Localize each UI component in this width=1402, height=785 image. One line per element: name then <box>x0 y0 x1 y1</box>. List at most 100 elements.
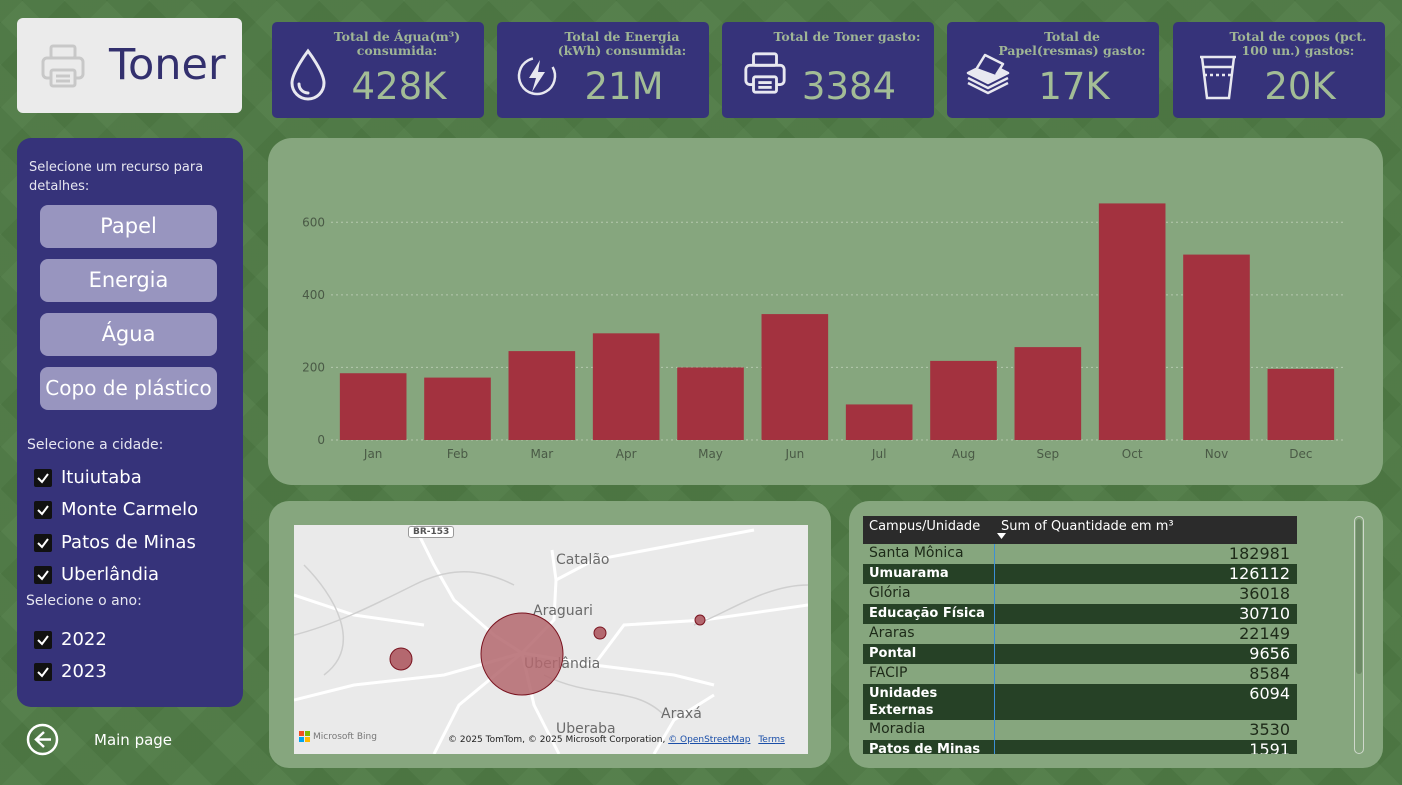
bar-jan[interactable] <box>339 373 407 440</box>
kpi-label: Total de Toner gasto: <box>773 29 921 44</box>
year-checkbox-2022[interactable]: 2022 <box>34 629 107 650</box>
openstreetmap-link[interactable]: © OpenStreetMap <box>668 735 750 745</box>
year-checkbox-2023[interactable]: 2023 <box>34 661 107 682</box>
table-scrollbar[interactable] <box>1354 516 1364 754</box>
y-tick-label: 0 <box>317 433 325 447</box>
bubble-patos-de-minas <box>694 614 706 626</box>
quantity-cell: 3530 <box>1249 720 1290 739</box>
bar-sep[interactable] <box>1014 347 1082 440</box>
page-title: Toner <box>109 40 226 90</box>
table-row[interactable]: Araras 22149 <box>863 624 1297 644</box>
campus-cell: Educação Física <box>869 606 985 621</box>
bar-aug[interactable] <box>930 360 997 440</box>
bar-jul[interactable] <box>845 404 913 440</box>
bing-logo: Microsoft Bing <box>299 731 377 742</box>
bing-logo-text: Microsoft Bing <box>313 731 377 742</box>
papel-button[interactable]: Papel <box>40 205 217 248</box>
x-tick-label: Jul <box>871 447 886 461</box>
kpi-label: Total de copos (pct. 100 un.) gastos: <box>1229 29 1367 58</box>
copo-de-plastico-button[interactable]: Copo de plástico <box>40 367 217 410</box>
bar-oct[interactable] <box>1098 203 1166 440</box>
bubble-map[interactable]: BR-153 Catalão Araguari Uberlândia Ubera… <box>294 525 808 754</box>
city-label: Ituiutaba <box>61 467 142 488</box>
column-header-campus[interactable]: Campus/Unidade <box>863 516 995 544</box>
paper-stack-icon <box>966 53 1010 95</box>
table-row[interactable]: Unidades Externas 6094 <box>863 684 1297 720</box>
city-label: Uberlândia <box>61 564 159 585</box>
energia-button[interactable]: Energia <box>40 259 217 302</box>
terms-link[interactable]: Terms <box>758 735 785 745</box>
campus-cell: Santa Mônica <box>869 545 964 561</box>
attribution-text: © 2025 TomTom, © 2025 Microsoft Corporat… <box>448 735 666 745</box>
x-tick-label: Nov <box>1205 447 1228 461</box>
quantity-cell: 126112 <box>1228 564 1290 583</box>
main-page-link[interactable]: Main page <box>94 731 172 749</box>
monthly-bar-chart-panel: 0 200 400 600 Jan Feb Mar Apr May Jun Jul Aug Sep Oct… <box>268 138 1383 485</box>
checkbox-checked-icon[interactable] <box>34 630 52 649</box>
bar-apr[interactable] <box>592 333 660 440</box>
sort-desc-icon <box>997 533 1006 539</box>
campus-cell: Pontal <box>869 646 917 661</box>
bar-dec[interactable] <box>1267 368 1335 440</box>
city-checkbox-monte-carmelo[interactable]: Monte Carmelo <box>34 499 198 520</box>
checkbox-checked-icon[interactable] <box>34 468 52 487</box>
checkbox-checked-icon[interactable] <box>34 565 52 584</box>
table-row[interactable]: Umuarama 126112 <box>863 564 1297 584</box>
bar-jun[interactable] <box>761 314 829 440</box>
x-tick-label: Jun <box>784 447 804 461</box>
resource-prompt: Selecione um recurso para detalhes: <box>29 160 204 194</box>
bar-nov[interactable] <box>1183 254 1250 440</box>
map-bubbles <box>389 612 706 696</box>
bubble-ituiutaba <box>389 647 413 671</box>
x-tick-label: Mar <box>531 447 554 461</box>
table-row[interactable]: FACIP 8584 <box>863 664 1297 684</box>
title-card: Toner <box>17 18 242 113</box>
table-row[interactable]: Educação Física 30710 <box>863 604 1297 624</box>
table-row[interactable]: Patos de Minas 1591 <box>863 740 1297 754</box>
kpi-label: Total de Papel(resmas) gasto: <box>998 29 1146 58</box>
table-row[interactable]: Glória 36018 <box>863 584 1297 604</box>
campus-cell: Moradia <box>869 721 926 737</box>
column-divider <box>994 544 995 754</box>
bubble-uberlandia <box>480 612 564 696</box>
map-attribution: © 2025 TomTom, © 2025 Microsoft Corporat… <box>448 735 785 745</box>
kpi-label: Total de Água(m³) consumida: <box>333 29 461 58</box>
kpi-card-paper: Total de Papel(resmas) gasto: 17K <box>947 22 1159 118</box>
scrollbar-thumb[interactable] <box>1356 519 1362 674</box>
column-header-quantity-label: Sum of Quantidade em m³ <box>1001 519 1174 534</box>
bar-mar[interactable] <box>508 351 576 440</box>
quantity-cell: 8584 <box>1249 664 1290 683</box>
kpi-value: 20K <box>1264 65 1336 108</box>
x-tick-label: Oct <box>1122 447 1143 461</box>
checkbox-checked-icon[interactable] <box>34 533 52 552</box>
year-prompt: Selecione o ano: <box>26 593 142 609</box>
table-row[interactable]: Santa Mônica 182981 <box>863 544 1297 564</box>
table-row[interactable]: Moradia 3530 <box>863 720 1297 740</box>
kpi-card-toner: Total de Toner gasto: 3384 <box>722 22 934 118</box>
city-checkbox-uberlandia[interactable]: Uberlândia <box>34 564 159 585</box>
campus-cell: Araras <box>869 625 915 641</box>
bar-may[interactable] <box>677 367 744 440</box>
campus-table: Campus/Unidade Sum of Quantidade em m³ S… <box>863 516 1297 754</box>
x-tick-label: Jan <box>363 447 383 461</box>
printer-icon <box>41 44 85 88</box>
checkbox-checked-icon[interactable] <box>34 662 52 681</box>
campus-cell: Glória <box>869 585 911 601</box>
campus-cell: Unidades Externas <box>869 686 938 718</box>
city-checkbox-ituiutaba[interactable]: Ituiutaba <box>34 467 142 488</box>
kpi-card-water: Total de Água(m³) consumida: 428K <box>272 22 484 118</box>
city-checkbox-patos-de-minas[interactable]: Patos de Minas <box>34 532 196 553</box>
checkbox-checked-icon[interactable] <box>34 500 52 519</box>
kpi-label: Total de Energia (kWh) consumida: <box>557 29 687 58</box>
campus-cell: Umuarama <box>869 566 949 581</box>
x-tick-label: Feb <box>447 447 468 461</box>
kpi-value: 17K <box>1038 65 1110 108</box>
back-arrow-icon[interactable] <box>26 723 59 756</box>
column-header-quantity[interactable]: Sum of Quantidade em m³ <box>995 516 1297 544</box>
filter-panel: Selecione um recurso para detalhes: Pape… <box>17 138 243 707</box>
campus-table-panel: Campus/Unidade Sum of Quantidade em m³ S… <box>849 501 1383 768</box>
table-row[interactable]: Pontal 9656 <box>863 644 1297 664</box>
kpi-value: 3384 <box>801 65 897 108</box>
bar-feb[interactable] <box>424 377 491 440</box>
agua-button[interactable]: Água <box>40 313 217 356</box>
